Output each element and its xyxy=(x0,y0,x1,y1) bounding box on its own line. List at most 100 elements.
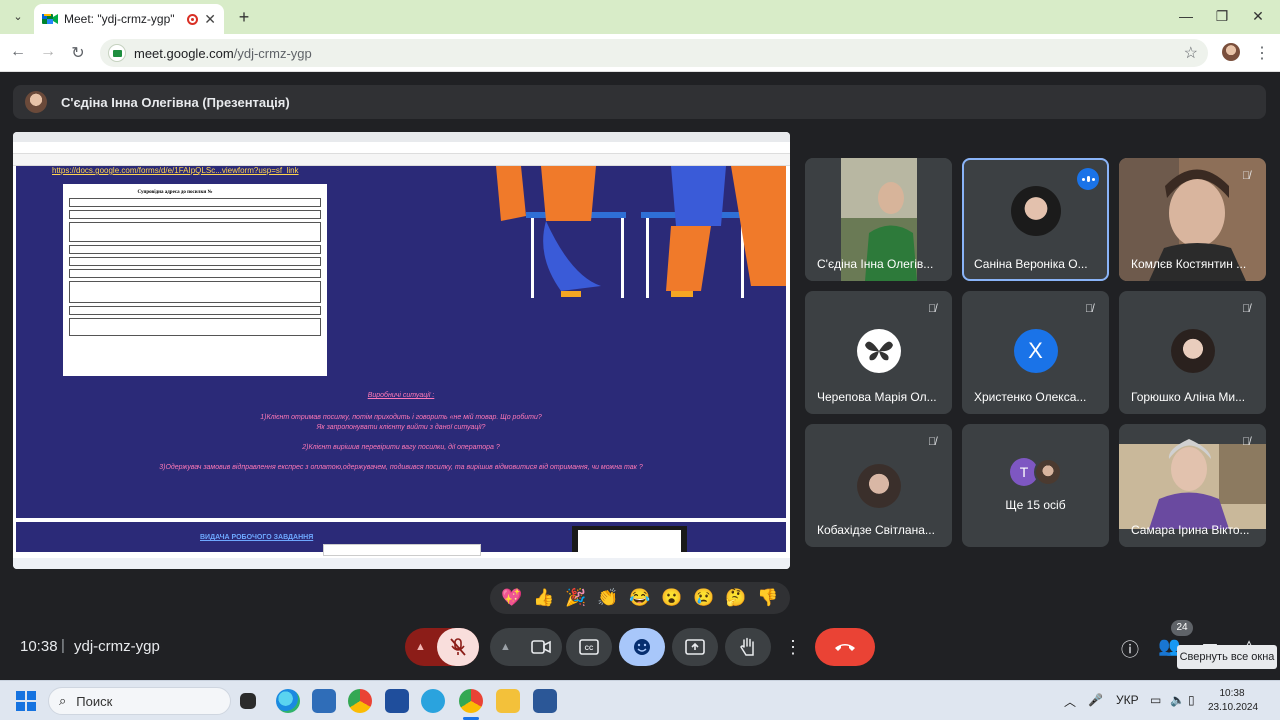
shared-doc-link: https://docs.google.com/forms/d/e/1FAIpQ… xyxy=(52,166,299,175)
tab-search-icon[interactable]: ⌄ xyxy=(8,6,28,26)
situation-1b: Як запропонувати клієнту вийти з даної с… xyxy=(316,424,486,431)
participant-name: Самара Ірина Вікто... xyxy=(1131,523,1250,537)
tray-mic-icon[interactable]: 🎤 xyxy=(1088,693,1103,707)
meeting-info-icon[interactable]: ⓘ xyxy=(1119,636,1141,662)
participant-tile[interactable]: 🎙̸ Кобахідзе Світлана... xyxy=(805,424,952,547)
office-illustration xyxy=(496,166,786,298)
reaction-clap[interactable]: 👏 xyxy=(595,588,621,608)
browser-tab-meet[interactable]: Meet: "ydj-crmz-ygp" ✕ xyxy=(34,4,224,34)
battery-icon[interactable]: ▯ xyxy=(1188,693,1195,707)
participant-tile[interactable]: 🎙̸ Черепова Марія Ол... xyxy=(805,291,952,414)
participant-tile[interactable]: 🎙̸ Горюшко Аліна Ми... xyxy=(1119,291,1266,414)
tray-chevron-icon[interactable]: ︿ xyxy=(1064,693,1076,710)
participant-avatar xyxy=(1170,329,1215,373)
shared-cookie-banner xyxy=(323,544,481,556)
participant-name: Черепова Марія Ол... xyxy=(817,390,937,404)
reactions-bar: 💖 👍 🎉 👏 😂 😮 😢 🤔 👎 xyxy=(490,582,790,614)
task-view-icon[interactable] xyxy=(240,693,256,709)
more-vert-icon: ⋮ xyxy=(784,636,802,657)
captions-button[interactable]: CC xyxy=(566,628,612,666)
butterfly-avatar-icon xyxy=(856,329,901,373)
mic-off-button[interactable] xyxy=(437,628,479,666)
mic-off-icon: 🎙̸ xyxy=(928,436,937,448)
participant-tile[interactable]: X 🎙̸ Христенко Олекса... xyxy=(962,291,1109,414)
mic-control-group: ▲ xyxy=(405,628,479,666)
reaction-sad[interactable]: 😢 xyxy=(691,588,717,608)
participant-name: Кобахідзе Світлана... xyxy=(817,523,935,537)
meeting-separator: | xyxy=(61,637,65,654)
taskbar-clock[interactable]: 10:38 23.10.2024 xyxy=(1208,687,1258,715)
participant-tile[interactable]: С'єдіна Інна Олегів... xyxy=(805,158,952,281)
taskbar-search[interactable]: ⌕ Поиск xyxy=(48,687,231,715)
network-icon[interactable]: ▭ xyxy=(1150,693,1161,707)
forward-icon[interactable]: → xyxy=(38,43,58,61)
url-text: meet.google.com/ydj-crmz-ygp xyxy=(134,45,312,61)
reaction-party[interactable]: 🎉 xyxy=(563,588,589,608)
show-desktop-tooltip: Свернуть все окна xyxy=(1177,645,1277,669)
meeting-code: ydj-crmz-ygp xyxy=(74,638,160,655)
camera-button[interactable] xyxy=(520,628,562,666)
present-button[interactable] xyxy=(672,628,718,666)
mic-off-icon: 🎙̸ xyxy=(1242,170,1251,182)
profile-avatar[interactable] xyxy=(1222,43,1240,61)
participant-tile[interactable]: 🎙̸ Комлєв Костянтин ... xyxy=(1119,158,1266,281)
reaction-thumbs-down[interactable]: 👎 xyxy=(755,588,781,608)
shared-document: https://docs.google.com/forms/d/e/1FAIpQ… xyxy=(16,166,786,552)
site-info-icon[interactable] xyxy=(108,44,126,62)
reaction-thinking[interactable]: 🤔 xyxy=(723,588,749,608)
shared-browser-tabs xyxy=(13,132,790,142)
minimize-icon[interactable]: — xyxy=(1176,8,1196,24)
clock-time: 10:38 xyxy=(1219,688,1245,699)
people-count-badge: 24 xyxy=(1171,620,1193,636)
edge-icon[interactable] xyxy=(276,689,300,713)
meeting-time: 10:38 xyxy=(20,638,58,655)
camera-options-chevron-icon[interactable]: ▲ xyxy=(500,641,511,653)
windows-start-icon[interactable] xyxy=(16,691,36,711)
mic-off-icon: 🎙̸ xyxy=(928,303,937,315)
participant-name: С'єдіна Інна Олегів... xyxy=(817,257,934,271)
more-participants-tile[interactable]: T Ще 15 осіб xyxy=(962,424,1109,547)
chrome-icon[interactable] xyxy=(348,689,372,713)
new-tab-button[interactable]: + xyxy=(234,7,254,28)
file-explorer-icon[interactable] xyxy=(496,689,520,713)
recording-icon xyxy=(187,13,199,25)
telegram-icon[interactable] xyxy=(421,689,445,713)
leave-call-button[interactable] xyxy=(815,628,875,666)
svg-text:CC: CC xyxy=(585,646,594,652)
volume-icon[interactable]: 🔈 xyxy=(1170,693,1185,707)
reaction-laugh[interactable]: 😂 xyxy=(627,588,653,608)
meet-logo-icon xyxy=(42,12,58,26)
back-icon[interactable]: ← xyxy=(8,43,28,61)
participant-tile[interactable]: Саніна Вероніка О... xyxy=(962,158,1109,281)
more-options-button[interactable]: ⋮ xyxy=(778,628,808,666)
situations-block: Виробничі ситуації : 1)Клієнт отримав по… xyxy=(16,391,786,473)
presenter-label: С'єдіна Інна Олегівна (Презентація) xyxy=(61,94,290,110)
input-language[interactable]: УКР xyxy=(1116,693,1139,707)
shared-browser-address xyxy=(13,142,790,154)
tab-close-icon[interactable]: ✕ xyxy=(204,11,216,28)
raise-hand-button[interactable] xyxy=(725,628,771,666)
bookmark-star-icon[interactable]: ☆ xyxy=(1184,43,1198,63)
restore-icon[interactable]: ❐ xyxy=(1212,8,1232,25)
reaction-thumbs-up[interactable]: 👍 xyxy=(531,588,557,608)
reaction-heart[interactable]: 💖 xyxy=(499,588,525,608)
word-icon[interactable] xyxy=(533,689,557,713)
reaction-surprised[interactable]: 😮 xyxy=(659,588,685,608)
mic-options-chevron-icon[interactable]: ▲ xyxy=(415,641,426,653)
emoji-reactions-button[interactable] xyxy=(619,628,665,666)
calculator-icon[interactable] xyxy=(312,689,336,713)
shared-screen: https://docs.google.com/forms/d/e/1FAIpQ… xyxy=(13,132,790,569)
chrome-active-icon[interactable] xyxy=(459,689,483,713)
browser-menu-icon[interactable]: ⋮ xyxy=(1254,43,1270,63)
close-window-icon[interactable]: ✕ xyxy=(1248,8,1268,25)
form-title: Супровідна адреса до посилки № xyxy=(137,190,213,195)
participant-avatar xyxy=(1034,458,1062,486)
windows-taskbar: ⌕ Поиск ︿ 🎤 УКР ▭ 🔈 ▯ 10:38 23.10.2024 xyxy=(0,680,1280,720)
task-heading: ВИДАЧА РОБОЧОГО ЗАВДАННЯ xyxy=(200,534,314,541)
address-bar[interactable]: meet.google.com/ydj-crmz-ygp ☆ xyxy=(100,39,1208,67)
participant-tile[interactable]: 🎙̸ Самара Ірина Вікто... xyxy=(1119,424,1266,547)
camera-icon xyxy=(531,640,551,654)
reload-icon[interactable]: ↻ xyxy=(68,43,88,63)
app-icon[interactable] xyxy=(385,689,409,713)
situation-3: 3)Одержувач замовив відправлення експрес… xyxy=(159,464,643,471)
